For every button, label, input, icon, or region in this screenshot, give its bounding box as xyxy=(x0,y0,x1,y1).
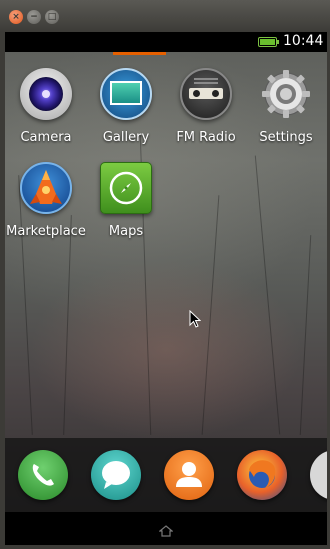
browser-icon[interactable] xyxy=(237,450,287,500)
fm-radio-icon xyxy=(180,68,232,120)
maps-icon xyxy=(100,162,152,214)
wallpaper-grass xyxy=(201,195,220,435)
app-label: Camera xyxy=(20,130,72,145)
app-camera[interactable]: Camera xyxy=(5,68,87,145)
window-minimize-button[interactable]: − xyxy=(27,10,41,24)
nav-bar xyxy=(5,512,327,545)
camera-icon xyxy=(20,68,72,120)
app-fm-radio[interactable]: FM Radio xyxy=(165,68,247,145)
app-label: Marketplace xyxy=(6,224,86,239)
gallery-icon xyxy=(100,68,152,120)
app-label: FM Radio xyxy=(176,130,236,145)
status-clock: 10:44 xyxy=(283,33,324,49)
app-settings[interactable]: Settings xyxy=(245,68,327,145)
window-close-button[interactable]: × xyxy=(9,10,23,24)
app-maps[interactable]: Maps xyxy=(85,162,167,239)
window-maximize-button[interactable]: □ xyxy=(45,10,59,24)
settings-icon xyxy=(260,68,312,120)
wallpaper-grass xyxy=(63,215,72,435)
marketplace-icon xyxy=(20,162,72,214)
app-label: Settings xyxy=(259,130,313,145)
home-icon[interactable] xyxy=(158,522,174,537)
mouse-cursor-icon xyxy=(189,309,202,332)
phone-icon[interactable] xyxy=(18,450,68,500)
battery-icon xyxy=(258,37,279,47)
app-label: Gallery xyxy=(102,130,150,145)
messages-icon[interactable] xyxy=(91,450,141,500)
dock xyxy=(5,438,327,512)
app-marketplace[interactable]: Marketplace xyxy=(5,162,87,239)
status-bar: 10:44 xyxy=(5,32,327,52)
wallpaper-grass xyxy=(254,155,281,435)
page-indicator xyxy=(113,52,166,55)
window-titlebar: × − □ xyxy=(0,0,330,32)
dock-partial-icon[interactable] xyxy=(310,450,327,500)
device-screen: 10:44 Camera Gallery FM Radio Settings M… xyxy=(5,32,327,545)
app-gallery[interactable]: Gallery xyxy=(85,68,167,145)
app-label: Maps xyxy=(108,224,144,239)
wallpaper-grass xyxy=(299,235,312,435)
contacts-icon[interactable] xyxy=(164,450,214,500)
